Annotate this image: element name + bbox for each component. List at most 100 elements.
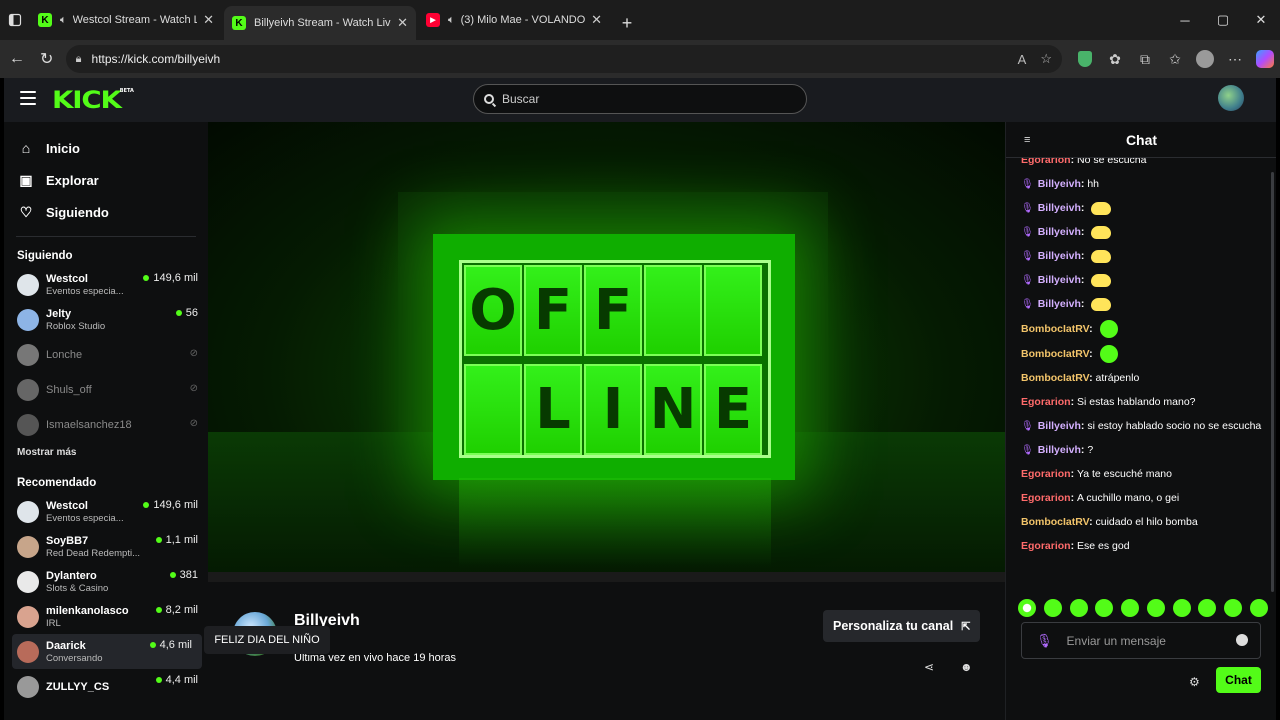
sidebar-channel[interactable]: milenkanolasco IRL 8,2 mil — [4, 599, 208, 634]
chat-username[interactable]: Billyeivh — [1038, 250, 1081, 262]
tab-actions-icon[interactable] — [0, 0, 30, 40]
profile-icon[interactable] — [1190, 50, 1220, 68]
new-tab-button[interactable]: + — [612, 6, 642, 40]
minimize-icon[interactable]: ─ — [1166, 0, 1204, 40]
emote-icon[interactable] — [1224, 599, 1243, 617]
close-tab-icon[interactable]: ✕ — [591, 12, 602, 28]
more-menu-icon[interactable]: ⋯ — [1220, 51, 1250, 68]
reload-icon[interactable]: ↻ — [32, 44, 62, 74]
kick-logo[interactable]: KICK BETA — [52, 86, 134, 114]
video-player[interactable]: OFF LINE — [208, 122, 1005, 582]
emote-icon[interactable] — [1198, 599, 1217, 617]
browser-tab[interactable]: K Billyeivh Stream - Watch Live on Kick ✕ — [224, 6, 416, 40]
channel-name: Ismaelsanchez18 — [46, 418, 132, 431]
channel-info: Lonche — [46, 349, 208, 361]
back-icon[interactable]: ← — [2, 44, 32, 74]
extensions-icon[interactable]: ✿ — [1100, 51, 1130, 68]
show-more-link[interactable]: Mostrar más — [4, 442, 208, 464]
chat-username[interactable]: Billyeivh — [1038, 420, 1081, 432]
channel-category: IRL — [46, 617, 61, 629]
sidebar-channel[interactable]: Ismaelsanchez18 ⊘ — [4, 407, 208, 442]
shield-icon[interactable] — [1070, 51, 1100, 67]
channel-name: Lonche — [46, 348, 83, 361]
emote-icon[interactable] — [1018, 599, 1036, 617]
chat-username[interactable]: BombocIatRV — [1021, 348, 1089, 360]
search-placeholder: Buscar — [502, 92, 540, 106]
sidebar-channel[interactable]: SoyBB7 Red Dead Redempti... 1,1 mil — [4, 529, 208, 564]
chat-username[interactable]: Egorarion — [1021, 540, 1071, 552]
chat-panel: ≡ Chat Egorarion: No se escucha 🎙︎ Billyei… — [1005, 122, 1276, 720]
browser-tab[interactable]: K 🔈︎ Westcol Stream - Watch Live on Kick ✕ — [30, 6, 222, 34]
chat-username[interactable]: Billyeivh — [1038, 274, 1081, 286]
close-window-icon[interactable]: ✕ — [1242, 0, 1280, 40]
offline-sign: OFF LINE — [459, 260, 771, 458]
chat-username[interactable]: BombocIatRV — [1021, 372, 1089, 384]
user-avatar[interactable] — [1218, 85, 1244, 111]
chat-scrollbar[interactable] — [1271, 172, 1274, 592]
channel-avatar — [17, 343, 39, 366]
chat-message: 🎙︎ Billyeivh: ? — [1006, 442, 1276, 459]
share-icon[interactable]: ⋖ — [924, 660, 934, 674]
chat-message-input[interactable]: 🎙︎ Enviar un mensaje — [1021, 622, 1261, 659]
close-tab-icon[interactable]: ✕ — [397, 15, 408, 31]
emote-icon[interactable] — [1146, 599, 1165, 617]
favorite-star-icon[interactable]: ☆ — [1040, 51, 1052, 67]
sidebar-channel[interactable]: Dylantero Slots & Casino 381 — [4, 564, 208, 599]
chat-title: Chat — [1125, 132, 1158, 148]
chat-username[interactable]: Egorarion — [1021, 492, 1071, 504]
chat-message: 🎙︎ Billyeivh: hh — [1006, 176, 1276, 193]
split-screen-icon[interactable]: ⧉ — [1130, 51, 1160, 68]
chat-username[interactable]: BombocIatRV — [1021, 516, 1089, 528]
emoji-picker-icon[interactable] — [1236, 634, 1248, 646]
copilot-icon[interactable] — [1250, 50, 1280, 68]
mic-badge-icon: 🎙︎ — [1021, 179, 1034, 190]
chat-username[interactable]: Billyeivh — [1038, 202, 1081, 214]
emote-icon[interactable] — [1069, 599, 1088, 617]
sidebar-channel[interactable]: Daarick Conversando 4,6 mil — [12, 634, 202, 669]
emote-icon[interactable] — [1043, 599, 1062, 617]
read-aloud-icon[interactable]: A — [1018, 52, 1027, 67]
chat-username[interactable]: Billyeivh — [1038, 444, 1081, 456]
chat-username[interactable]: Egorarion — [1021, 158, 1071, 166]
speaker-icon[interactable]: 🔈︎ — [60, 14, 67, 27]
sidebar-channel[interactable]: Jelty Roblox Studio 56 — [4, 302, 208, 337]
sidebar-nav-explorar[interactable]: ▣ Explorar — [4, 164, 208, 196]
sidebar-channel[interactable]: Lonche ⊘ — [4, 337, 208, 372]
maximize-icon[interactable]: ▢ — [1204, 0, 1242, 40]
send-chat-button[interactable]: Chat — [1216, 667, 1261, 693]
emote-icon[interactable] — [1172, 599, 1191, 617]
chat-username[interactable]: Billyeivh — [1038, 298, 1081, 310]
chat-username[interactable]: Billyeivh — [1038, 178, 1081, 190]
beta-badge: BETA — [119, 88, 134, 94]
user-settings-icon[interactable]: ☻ — [960, 660, 973, 674]
emote-bar — [1018, 599, 1268, 619]
sidebar-channel[interactable]: Westcol Eventos especia... 149,6 mil — [4, 494, 208, 529]
chat-message: 🎙︎ Billyeivh: — [1006, 272, 1276, 289]
chat-text: No se escucha — [1077, 158, 1147, 166]
sidebar-nav-siguiendo[interactable]: ♡ Siguiendo — [4, 196, 208, 228]
customize-channel-button[interactable]: Personaliza tu canal ⇱ — [823, 610, 981, 642]
chat-username[interactable]: Egorarion — [1021, 396, 1071, 408]
browser-tab[interactable]: ▶ 🔈︎ (3) Milo Mae - VOLANDO (Official Vide… — [418, 6, 610, 34]
address-bar[interactable]: 🔒︎ https://kick.com/billyeivh A ☆ — [65, 45, 1062, 73]
emote-icon[interactable] — [1121, 599, 1140, 617]
sidebar-nav-inicio[interactable]: ⌂ Inicio — [4, 132, 208, 164]
chat-emote-icon — [1091, 225, 1112, 239]
chat-username[interactable]: Egorarion — [1021, 468, 1071, 480]
emote-icon[interactable] — [1095, 599, 1114, 617]
close-tab-icon[interactable]: ✕ — [203, 12, 214, 28]
chat-message: BombocIatRV: cuidado el hilo bomba — [1006, 514, 1276, 531]
speaker-icon[interactable]: 🔈︎ — [448, 14, 455, 27]
sidebar-channel[interactable]: ZULLYY_CS 4,4 mil — [4, 669, 208, 704]
emote-icon[interactable] — [1249, 599, 1268, 617]
favorites-icon[interactable]: ✩ — [1160, 51, 1190, 68]
chat-username[interactable]: Billyeivh — [1038, 226, 1081, 238]
chat-emote-icon — [1091, 201, 1112, 215]
chat-settings-icon[interactable]: ⚙ — [1189, 675, 1200, 689]
sidebar-channel[interactable]: Shuls_off ⊘ — [4, 372, 208, 407]
sidebar-channel[interactable]: Westcol Eventos especia... 149,6 mil — [4, 267, 208, 302]
menu-icon[interactable] — [20, 91, 36, 105]
chat-username[interactable]: BombocIatRV — [1021, 323, 1089, 335]
channel-category: Red Dead Redempti... — [46, 547, 140, 559]
search-input[interactable]: Buscar — [473, 84, 807, 114]
